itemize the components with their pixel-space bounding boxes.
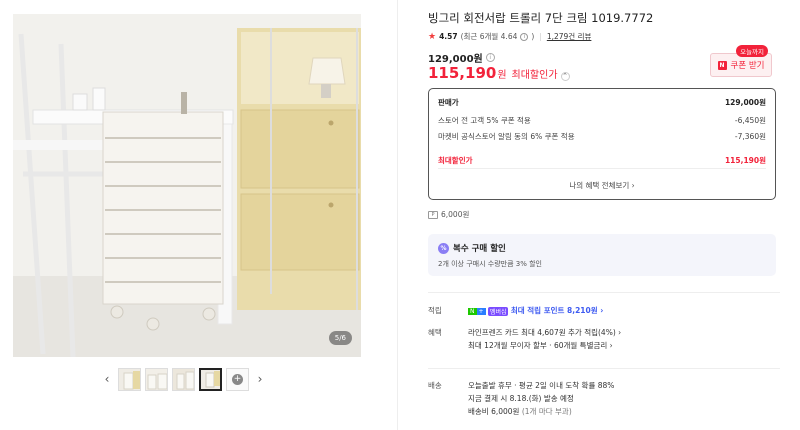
max-points-link[interactable]: 최대 적립 포인트 8,210원 › (511, 306, 603, 315)
shipping-label: 배송 (428, 381, 442, 390)
plus-icon: + (232, 373, 243, 385)
separator: | (539, 32, 542, 41)
price-row-list: 판매가 129,000원 (438, 97, 766, 108)
sale-price-label: 최대할인가 (511, 70, 558, 81)
accumulation-line[interactable]: N + 멤버십 최대 적립 포인트 8,210원 › (468, 305, 768, 318)
price-row-value: 129,000원 (724, 98, 766, 107)
percent-icon: % (438, 242, 449, 254)
review-count-link[interactable]: 1,279건 리뷰 (547, 31, 592, 42)
sale-price-unit: 원 (497, 70, 507, 81)
shipping-fee-note: (1개 마다 부과) (521, 407, 572, 416)
price-breakdown-box: 판매가 129,000원 스토어 전 고객 5% 쿠폰 적용 -6,450원 마… (428, 88, 776, 200)
bulk-discount-title: % 복수 구매 할인 (438, 242, 506, 254)
price-row-label: 스토어 전 고객 5% 쿠폰 적용 (438, 116, 531, 125)
info-icon[interactable]: i (520, 32, 529, 41)
product-gallery: 5/6 ‹ + › (0, 0, 395, 430)
accumulation-label: 적립 (428, 306, 442, 315)
rating-summary: ★ 4.57 (최근 6개월 4.64 i ) | 1,279건 리뷰 (428, 31, 591, 42)
perks-body: 라인프렌즈 카드 최대 4,607원 추가 적립(4%) › 최대 12개월 무… (468, 327, 768, 353)
prev-image-arrow-icon[interactable]: ‹ (100, 367, 114, 391)
shipping-fee: 배송비 6,000원 (1개 마다 부과) (468, 406, 768, 419)
bulk-discount-box: % 복수 구매 할인 2개 이상 구매시 수량만큼 3% 할인 (428, 234, 776, 276)
bulk-discount-title-text: 복수 구매 할인 (453, 244, 506, 254)
next-image-arrow-icon[interactable]: › (253, 367, 267, 391)
thumbnail-strip: ‹ + › (100, 365, 267, 393)
shipping-row: 배송 오늘출발 휴무 · 평균 2일 이내 도착 확률 88% 지금 결제 시 … (428, 380, 780, 424)
rating-score: 4.57 (439, 32, 458, 41)
installment-perk-link[interactable]: 최대 12개월 무이자 할부 · 60개월 특별금리 › (468, 340, 768, 353)
accumulation-row: 적립 N + 멤버십 최대 적립 포인트 8,210원 › (428, 305, 780, 319)
price-box-divider (438, 168, 766, 169)
price-row-value: 115,190원 (724, 156, 766, 165)
image-counter: 5/6 (328, 331, 352, 345)
point-icon: P (428, 210, 438, 219)
shipping-status: 오늘출발 휴무 · 평균 2일 이내 도착 확률 88% (468, 381, 615, 390)
accumulation-body: N + 멤버십 최대 적립 포인트 8,210원 › (468, 305, 768, 318)
price-row-store-coupon: 스토어 전 고객 5% 쿠폰 적용 -6,450원 (438, 115, 766, 126)
perks-label: 혜택 (428, 328, 442, 337)
original-price: 129,000원 i (428, 50, 495, 65)
main-product-image[interactable]: 5/6 (13, 14, 361, 357)
price-row-label: 판매가 (438, 98, 459, 107)
thumbnail-more[interactable]: + (226, 367, 249, 391)
bulk-discount-desc: 2개 이상 구매시 수량만큼 3% 할인 (438, 260, 542, 268)
shipping-fee-value: 배송비 6,000원 (468, 407, 520, 416)
product-info-panel: 빙그리 회전서랍 트롤리 7단 크림 1019.7772 ★ 4.57 (최근 … (428, 0, 780, 430)
perks-row: 혜택 라인프렌즈 카드 최대 4,607원 추가 적립(4%) › 최대 12개… (428, 327, 780, 355)
rating-recent-close: ) (531, 32, 535, 41)
thumbnail-1[interactable] (118, 367, 141, 391)
section-divider (428, 368, 780, 369)
card-perk-link[interactable]: 라인프렌즈 카드 최대 4,607원 추가 적립(4%) › (468, 327, 768, 340)
point-amount: 6,000원 (441, 210, 470, 219)
plus-badge-icon: + (476, 307, 486, 315)
star-icon: ★ (428, 31, 437, 42)
price-info-icon[interactable]: i (485, 53, 495, 62)
price-row-label: 최대할인가 (438, 156, 473, 165)
price-row-value: -6,450원 (734, 116, 766, 125)
price-row-label: 마켓비 공식스토어 알림 동의 6% 쿠폰 적용 (438, 132, 575, 141)
today-only-badge: 오늘까지 (736, 45, 768, 57)
section-divider (428, 292, 780, 293)
view-all-benefits-link[interactable]: 나의 혜택 전체보기 › (429, 180, 775, 191)
panel-divider (397, 0, 398, 430)
price-row-alert-coupon: 마켓비 공식스토어 알림 동의 6% 쿠폰 적용 -7,360원 (438, 131, 766, 142)
thumbnail-2[interactable] (145, 367, 168, 391)
price-row-value: -7,360원 (734, 132, 766, 141)
original-price-value: 129,000원 (428, 54, 483, 65)
coupon-area: 오늘까지 N 쿠폰 받기 (710, 45, 772, 77)
max-discount-price: 115,190 원 최대할인가 ⌃ (428, 64, 570, 82)
chevron-up-icon[interactable]: ⌃ (560, 71, 570, 81)
thumbnail-4-selected[interactable] (199, 367, 222, 391)
shipping-body: 오늘출발 휴무 · 평균 2일 이내 도착 확률 88% 지금 결제 시 8.1… (468, 380, 768, 419)
rating-recent: (최근 6개월 4.64 (460, 32, 518, 41)
naver-logo-icon: N (717, 60, 727, 70)
membership-badge-icon: 멤버십 (487, 306, 509, 316)
point-info: P 6,000원 (428, 209, 469, 220)
thumbnail-3[interactable] (172, 367, 195, 391)
price-row-max-discount: 최대할인가 115,190원 (438, 155, 766, 166)
naver-badge-icon: N (468, 307, 477, 315)
sale-price-value: 115,190 (428, 64, 497, 82)
get-coupon-label: 쿠폰 받기 (730, 61, 765, 71)
shipping-eta: 지금 결제 시 8.18.(화) 발송 예정 (468, 394, 574, 403)
product-title: 빙그리 회전서랍 트롤리 7단 크림 1019.7772 (428, 11, 654, 25)
